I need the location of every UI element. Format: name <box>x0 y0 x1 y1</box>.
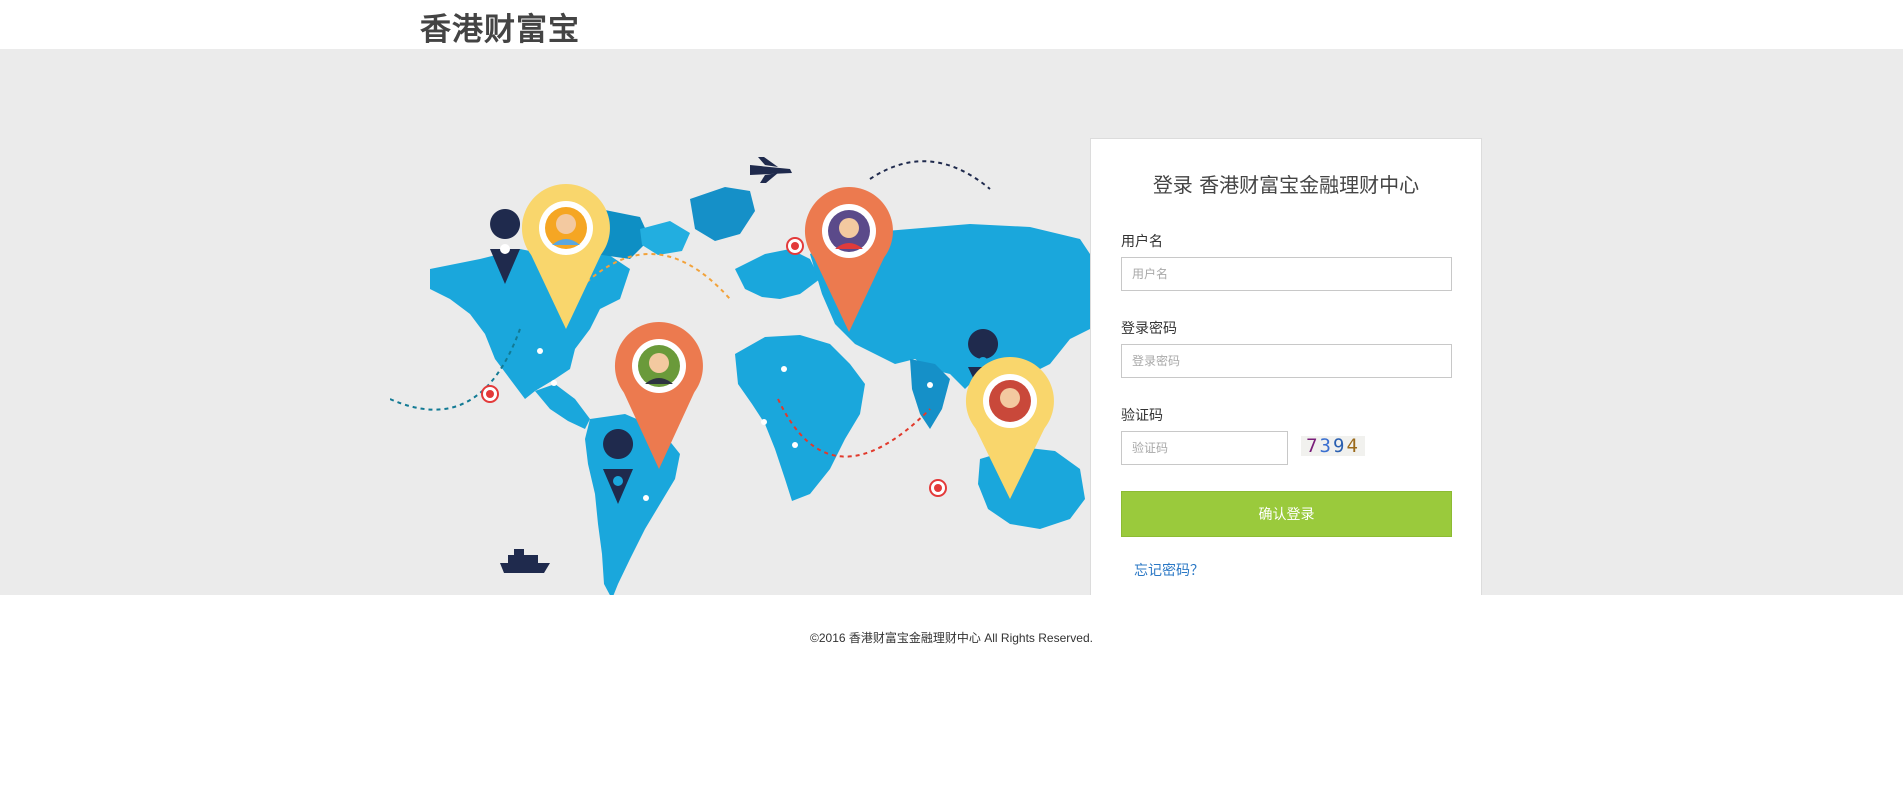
captcha-image[interactable]: 7 3 9 4 <box>1301 435 1365 457</box>
hero-band: 登录 香港财富宝金融理财中心 用户名 登录密码 验证码 7 3 9 4 确认登录… <box>0 49 1903 595</box>
airplane-icon <box>750 157 792 183</box>
username-input[interactable] <box>1121 257 1452 291</box>
captcha-char: 4 <box>1346 435 1360 457</box>
top-header: 香港财富宝 <box>0 0 1903 49</box>
password-label: 登录密码 <box>1121 321 1177 337</box>
captcha-input[interactable] <box>1121 431 1288 465</box>
footer-copyright: ©2016 香港财富宝金融理财中心 All Rights Reserved. <box>810 631 1093 645</box>
world-map-illustration <box>390 157 1090 595</box>
password-input[interactable] <box>1121 344 1452 378</box>
login-submit-button[interactable]: 确认登录 <box>1121 491 1452 537</box>
captcha-char: 9 <box>1333 435 1347 457</box>
forgot-password-link[interactable]: 忘记密码？ <box>1134 560 1204 580</box>
brand-logo[interactable]: 香港财富宝 <box>420 4 580 49</box>
ship-icon <box>500 549 550 573</box>
captcha-char: 3 <box>1319 435 1333 457</box>
captcha-char: 7 <box>1306 435 1320 457</box>
captcha-label: 验证码 <box>1121 408 1163 424</box>
login-title: 登录 香港财富宝金融理财中心 <box>1152 173 1420 197</box>
login-panel: 登录 香港财富宝金融理财中心 用户名 登录密码 验证码 7 3 9 4 确认登录… <box>1090 138 1482 595</box>
username-label: 用户名 <box>1121 234 1163 250</box>
